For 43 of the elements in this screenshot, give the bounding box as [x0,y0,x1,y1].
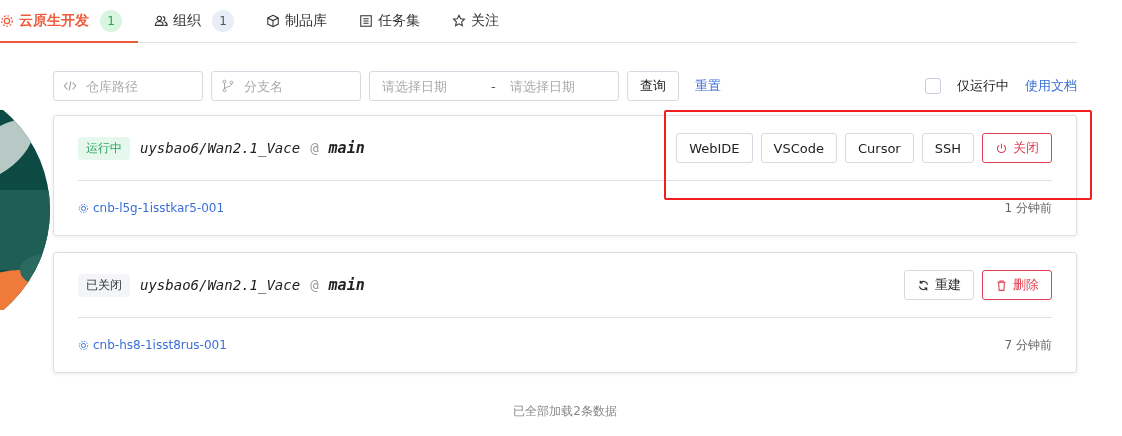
checkbox-label: 仅运行中 [957,77,1009,95]
trash-icon [995,278,1008,292]
branch-name: main [328,139,365,157]
query-button[interactable]: 查询 [627,71,679,101]
tab[interactable]: 任务集 [343,0,436,43]
star-icon [452,13,466,28]
repo-name: uysbao6/Wan2.1_Vace [140,277,301,293]
tab[interactable]: 关注 [436,0,515,43]
tab[interactable]: 制品库 [250,0,343,43]
branch-name: main [328,276,365,294]
action-button[interactable]: 关闭 [982,133,1052,163]
action-button[interactable]: SSH [921,133,974,163]
action-button[interactable]: WebIDE [676,133,753,163]
status-tag: 运行中 [78,136,130,160]
checkbox[interactable] [925,78,941,94]
branch-field[interactable]: 分支名 [211,71,361,101]
workspace-id[interactable]: cnb-hs8-1isst8rus-001 [78,338,227,352]
start-date-field[interactable]: 请选择日期 [380,77,479,95]
power-icon [995,141,1008,155]
time-ago: 1 分钟前 [1004,199,1052,217]
list-icon [359,13,373,28]
at-sign: @ [310,140,319,156]
count-badge: 1 [212,9,234,32]
count-badge: 1 [100,9,122,32]
action-button[interactable]: Cursor [845,133,914,163]
tab[interactable]: 组织 1 [138,0,250,43]
reset-link[interactable]: 重置 [687,77,729,95]
people-icon [154,13,168,28]
range-separator: - [490,78,497,94]
at-sign: @ [310,277,319,293]
action-button[interactable]: VSCode [760,133,837,163]
workspace-id[interactable]: cnb-l5g-1isstkar5-001 [78,201,225,215]
action-button[interactable]: 重建 [904,270,974,300]
end-date-field[interactable]: 请选择日期 [507,77,607,95]
refresh-icon [917,278,930,292]
action-button[interactable]: 删除 [982,270,1052,300]
status-tag: 已关闭 [78,273,130,297]
load-status: 已全部加载2条数据 [512,403,618,420]
repo-name: uysbao6/Wan2.1_Vace [140,140,301,156]
cube-icon [266,13,280,28]
docs-link[interactable]: 使用文档 [1017,77,1077,95]
time-ago: 7 分钟前 [1004,336,1052,354]
repo-field[interactable]: 仓库路径 [53,71,203,101]
